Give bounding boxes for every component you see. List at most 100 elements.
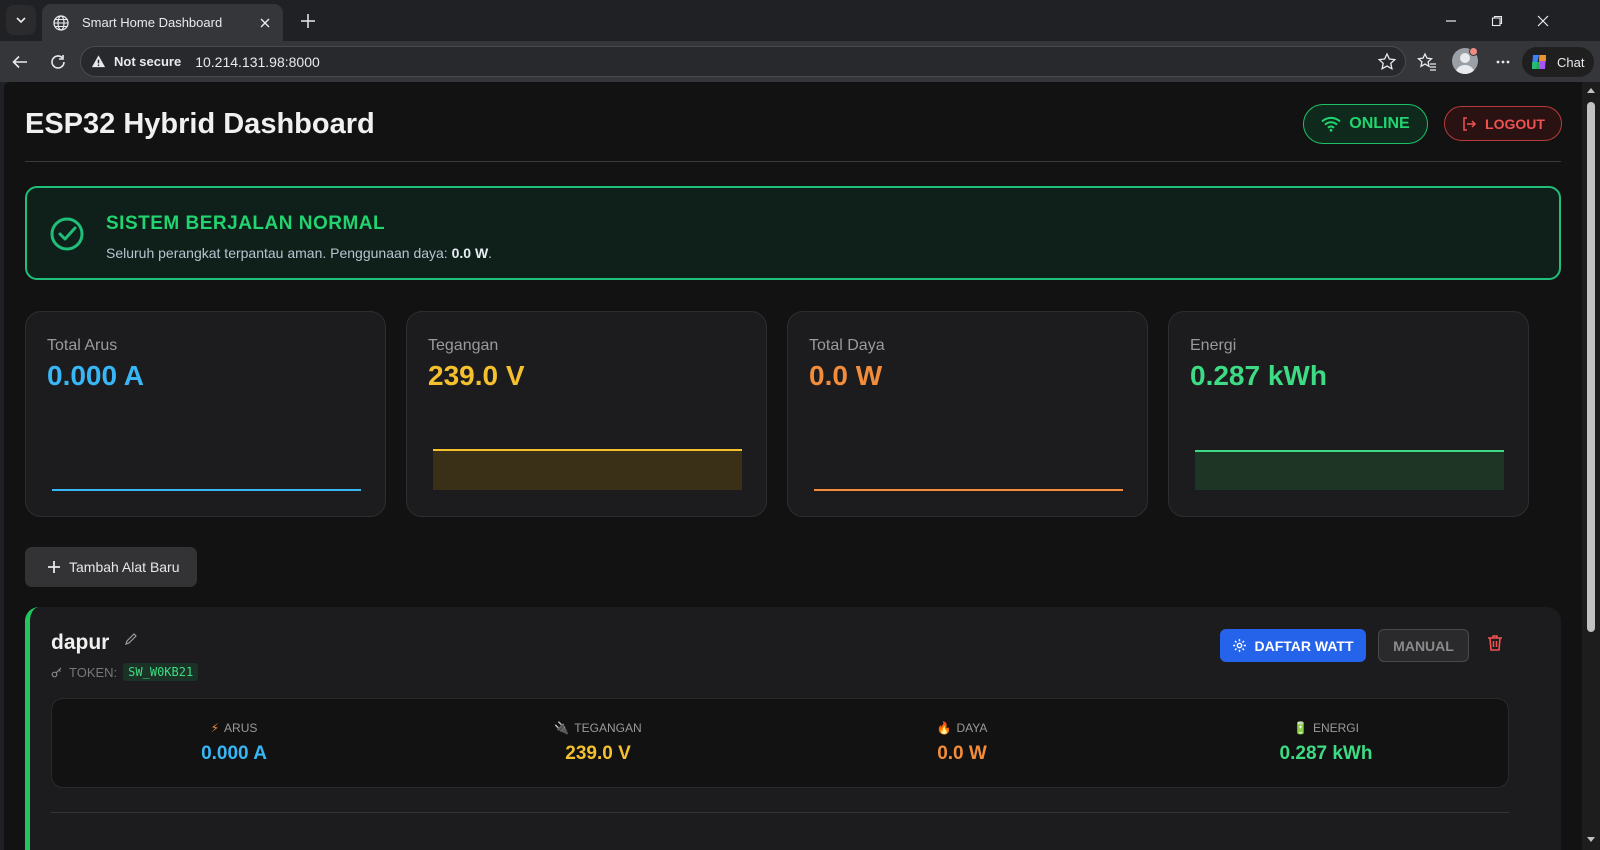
favorites-button[interactable] — [1415, 50, 1439, 74]
logout-button[interactable]: LOGOUT — [1444, 106, 1562, 141]
minimize-icon — [1446, 19, 1456, 22]
warning-icon[interactable] — [91, 54, 106, 69]
manual-mode-label: MANUAL — [1393, 637, 1454, 654]
address-bar[interactable]: Not secure 10.214.131.98:8000 — [80, 46, 1406, 77]
security-label: Not secure — [114, 54, 182, 69]
stat-card-total-daya: Total Daya 0.0 W — [787, 311, 1148, 517]
sparkline-tegangan — [433, 449, 742, 490]
connection-status-badge: ONLINE — [1303, 104, 1428, 144]
metric-label: DAYA — [956, 721, 988, 735]
metric-value: 239.0 V — [565, 743, 631, 764]
device-name: dapur — [51, 631, 110, 654]
stat-card-tegangan: Tegangan 239.0 V — [406, 311, 767, 517]
token-value: SW_W0KB21 — [123, 663, 199, 681]
metric-value: 0.000 A — [201, 743, 267, 764]
battery-icon: 🔋 — [1293, 721, 1308, 735]
browser-toolbar: Not secure 10.214.131.98:8000 Chat — [0, 41, 1600, 82]
stat-label: Total Daya — [809, 337, 885, 354]
browser-tab-bar: Smart Home Dashboard — [0, 0, 1600, 41]
copilot-chat-button[interactable]: Chat — [1522, 47, 1594, 77]
token-label: TOKEN: — [69, 664, 118, 680]
tab-title: Smart Home Dashboard — [82, 15, 223, 30]
alert-title: SISTEM BERJALAN NORMAL — [106, 213, 386, 234]
device-token: TOKEN: SW_W0KB21 — [51, 663, 199, 681]
scrollbar-thumb[interactable] — [1587, 102, 1595, 632]
metric-value: 0.0 W — [937, 743, 987, 764]
plug-icon: 🔌 — [554, 721, 570, 735]
stat-card-energi: Energi 0.287 kWh — [1168, 311, 1529, 517]
metric-energi: 🔋 ENERGI 0.287 kWh — [1144, 699, 1508, 789]
alert-message: Seluruh perangkat terpantau aman. Penggu… — [106, 245, 493, 261]
metric-label: TEGANGAN — [574, 721, 642, 735]
device-metrics-panel: ⚡ ARUS 0.000 A 🔌 TEGANGAN 239.0 V 🔥 DAYA 0.… — [51, 698, 1509, 788]
metric-label: ENERGI — [1312, 721, 1359, 735]
more-dots-icon — [1496, 60, 1510, 64]
bolt-icon: ⚡ — [210, 721, 220, 735]
chevron-down-icon — [16, 17, 26, 24]
device-card: dapur TOKEN: SW_W0KB21 DAFTAR WATT MANUA… — [25, 607, 1561, 850]
stat-label: Total Arus — [47, 337, 118, 354]
copilot-icon — [1532, 55, 1546, 69]
bookmark-star-icon[interactable] — [1377, 51, 1397, 72]
daftar-watt-button[interactable]: DAFTAR WATT — [1220, 629, 1366, 662]
check-circle-icon — [50, 217, 84, 251]
close-tab-icon[interactable] — [257, 15, 273, 31]
alert-power-value: 0.0 W — [451, 245, 489, 261]
restore-button[interactable] — [1474, 0, 1520, 41]
page-scrollbar[interactable] — [1582, 82, 1600, 850]
stat-value: 239.0 V — [428, 360, 525, 391]
profile-notification-dot — [1469, 47, 1478, 56]
browser-tab[interactable]: Smart Home Dashboard — [42, 4, 283, 41]
close-window-button[interactable] — [1520, 0, 1566, 41]
reload-button[interactable] — [45, 49, 71, 75]
metric-value: 0.287 kWh — [1279, 743, 1373, 764]
page-viewport: ESP32 Hybrid Dashboard ONLINE LOGOUT SIS… — [4, 82, 1582, 850]
new-tab-button[interactable] — [296, 9, 320, 33]
fire-icon: 🔥 — [936, 721, 952, 735]
dashboard-header: ESP32 Hybrid Dashboard ONLINE LOGOUT — [25, 82, 1562, 162]
metric-label: ARUS — [224, 721, 258, 735]
minimize-button[interactable] — [1428, 0, 1474, 41]
scroll-down-icon[interactable] — [1586, 836, 1596, 844]
sparkline-energi — [1195, 450, 1504, 490]
device-divider — [51, 812, 1509, 813]
stat-card-total-arus: Total Arus 0.000 A — [25, 311, 386, 517]
back-button[interactable] — [7, 49, 33, 75]
globe-icon — [53, 14, 69, 31]
gear-icon — [1233, 639, 1247, 652]
connection-status-label: ONLINE — [1349, 115, 1410, 132]
metric-arus: ⚡ ARUS 0.000 A — [52, 699, 416, 789]
close-icon — [1537, 15, 1549, 26]
arrow-left-icon — [12, 55, 27, 69]
page-title: ESP32 Hybrid Dashboard — [25, 108, 375, 140]
logout-icon — [1463, 116, 1477, 131]
stat-value: 0.287 kWh — [1190, 360, 1327, 391]
more-menu-button[interactable] — [1491, 50, 1515, 74]
url-text[interactable]: 10.214.131.98:8000 — [195, 54, 1377, 70]
restore-icon — [1491, 15, 1503, 26]
metric-daya: 🔥 DAYA 0.0 W — [780, 699, 1144, 789]
tab-search-button[interactable] — [6, 5, 36, 35]
chat-label: Chat — [1557, 54, 1585, 70]
pencil-icon[interactable] — [124, 632, 138, 646]
trash-icon[interactable] — [1485, 633, 1505, 653]
plus-icon — [48, 561, 60, 573]
sparkline-daya — [814, 489, 1123, 491]
wifi-icon — [1321, 116, 1341, 132]
system-status-alert: SISTEM BERJALAN NORMAL Seluruh perangkat… — [25, 186, 1561, 280]
stat-label: Tegangan — [428, 337, 499, 354]
metric-tegangan: 🔌 TEGANGAN 239.0 V — [416, 699, 780, 789]
scroll-up-icon[interactable] — [1586, 86, 1596, 94]
daftar-watt-label: DAFTAR WATT — [1254, 637, 1354, 654]
stat-label: Energi — [1190, 337, 1237, 354]
add-device-label: Tambah Alat Baru — [69, 559, 180, 575]
logout-label: LOGOUT — [1485, 115, 1545, 132]
stat-value: 0.000 A — [47, 360, 145, 391]
stat-value: 0.0 W — [809, 360, 883, 391]
plus-icon — [301, 14, 315, 28]
favorites-icon — [1417, 52, 1436, 71]
sparkline-arus — [52, 489, 361, 491]
reload-icon — [51, 55, 65, 69]
add-device-button[interactable]: Tambah Alat Baru — [25, 547, 197, 587]
manual-mode-button[interactable]: MANUAL — [1378, 629, 1469, 662]
